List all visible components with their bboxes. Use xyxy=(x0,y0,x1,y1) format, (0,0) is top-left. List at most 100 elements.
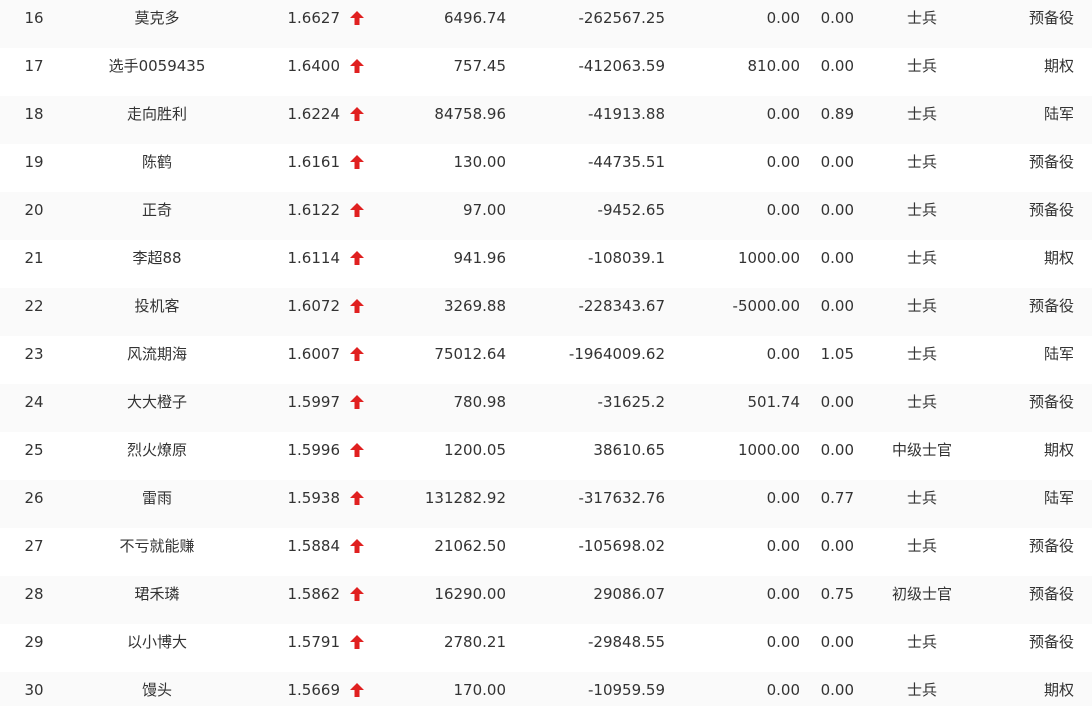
group-cell: 陆军 xyxy=(1043,489,1074,507)
level-cell: 士兵 xyxy=(906,537,937,555)
up-arrow-shape xyxy=(350,251,364,265)
rank-cell: 22 xyxy=(24,297,44,315)
level-cell: 士兵 xyxy=(906,489,937,507)
up-arrow-icon xyxy=(350,11,364,25)
value-cell-d: 0.75 xyxy=(820,585,854,603)
table-row[interactable]: 25 烈火燎原 1.5996 1200.05 38610.65 1000.00 0.00 中级… xyxy=(0,432,1092,480)
ratio-cell: 1.6072 xyxy=(287,297,341,315)
table-row[interactable]: 22 投机客 1.6072 3269.88 -228343.67 -5000.00 0.00… xyxy=(0,288,1092,336)
up-arrow-shape xyxy=(350,347,364,361)
rank-cell: 24 xyxy=(24,393,44,411)
up-arrow-shape xyxy=(350,107,364,121)
up-arrow-icon xyxy=(349,336,365,384)
up-arrow-icon xyxy=(350,683,364,697)
value-cell-b: -262567.25 xyxy=(578,9,665,27)
value-cell-c: 0.00 xyxy=(766,537,800,555)
value-cell-b: 38610.65 xyxy=(593,441,665,459)
group-cell: 预备役 xyxy=(1028,585,1074,603)
value-cell-b: -412063.59 xyxy=(578,57,665,75)
value-cell-c: -5000.00 xyxy=(732,297,800,315)
up-arrow-icon xyxy=(350,587,364,601)
level-cell: 士兵 xyxy=(906,9,937,27)
value-cell-d: 0.00 xyxy=(820,57,854,75)
value-cell-d: 0.00 xyxy=(820,297,854,315)
up-arrow-icon xyxy=(350,347,364,361)
ratio-cell: 1.6627 xyxy=(287,9,341,27)
ratio-cell: 1.6114 xyxy=(287,249,341,267)
value-cell-c: 0.00 xyxy=(766,9,800,27)
up-arrow-icon xyxy=(350,251,364,265)
value-cell-b: -105698.02 xyxy=(578,537,665,555)
value-cell-a: 2780.21 xyxy=(443,633,506,651)
level-cell: 士兵 xyxy=(906,105,937,123)
table-row[interactable]: 20 正奇 1.6122 97.00 -9452.65 0.00 0.00 士兵 预备役 xyxy=(0,192,1092,240)
rank-cell: 27 xyxy=(24,537,44,555)
value-cell-b: -31625.2 xyxy=(597,393,665,411)
table-row[interactable]: 21 李超88 1.6114 941.96 -108039.1 1000.00 0.00 士兵… xyxy=(0,240,1092,288)
value-cell-b: -44735.51 xyxy=(588,153,665,171)
up-arrow-icon xyxy=(350,299,364,313)
table-row[interactable]: 18 走向胜利 1.6224 84758.96 -41913.88 0.00 0.89 士兵 陆… xyxy=(0,96,1092,144)
table-row[interactable]: 24 大大橙子 1.5997 780.98 -31625.2 501.74 0.00 士兵 预备… xyxy=(0,384,1092,432)
up-arrow-icon xyxy=(349,240,365,288)
name-cell: 风流期海 xyxy=(126,345,187,363)
up-arrow-shape xyxy=(350,539,364,553)
up-arrow-icon xyxy=(349,480,365,528)
rank-cell: 25 xyxy=(24,441,44,459)
value-cell-d: 0.00 xyxy=(820,681,854,699)
group-cell: 预备役 xyxy=(1028,393,1074,411)
rank-cell: 17 xyxy=(24,57,44,75)
up-arrow-shape xyxy=(350,299,364,313)
table-row[interactable]: 23 风流期海 1.6007 75012.64 -1964009.62 0.00 1.05 士… xyxy=(0,336,1092,384)
value-cell-b: -1964009.62 xyxy=(568,345,665,363)
table-row[interactable]: 26 雷雨 1.5938 131282.92 -317632.76 0.00 0.77 士兵 陆… xyxy=(0,480,1092,528)
group-cell: 期权 xyxy=(1043,249,1074,267)
up-arrow-icon xyxy=(349,432,365,480)
up-arrow-icon xyxy=(350,203,364,217)
up-arrow-icon xyxy=(349,288,365,336)
value-cell-c: 0.00 xyxy=(766,489,800,507)
group-cell: 期权 xyxy=(1043,57,1074,75)
table-row[interactable]: 17 选手0059435 1.6400 757.45 -412063.59 810.00 0… xyxy=(0,48,1092,96)
rank-cell: 21 xyxy=(24,249,44,267)
name-cell: 莫克多 xyxy=(134,9,180,27)
ratio-cell: 1.6161 xyxy=(287,153,341,171)
level-cell: 士兵 xyxy=(906,153,937,171)
table-row[interactable]: 16 莫克多 1.6627 6496.74 -262567.25 0.00 0.00 士兵 预备… xyxy=(0,0,1092,48)
group-cell: 期权 xyxy=(1043,441,1074,459)
up-arrow-icon xyxy=(350,539,364,553)
up-arrow-icon xyxy=(350,155,364,169)
name-cell: 不亏就能赚 xyxy=(119,537,195,555)
value-cell-d: 0.89 xyxy=(820,105,854,123)
rank-cell: 23 xyxy=(24,345,44,363)
up-arrow-icon xyxy=(349,624,365,672)
table-row[interactable]: 29 以小博大 1.5791 2780.21 -29848.55 0.00 0.00 士兵 预备… xyxy=(0,624,1092,672)
value-cell-a: 1200.05 xyxy=(443,441,506,459)
level-cell: 士兵 xyxy=(906,57,937,75)
value-cell-b: -228343.67 xyxy=(578,297,665,315)
name-cell: 选手0059435 xyxy=(108,57,206,75)
name-cell: 走向胜利 xyxy=(126,105,187,123)
table-row[interactable]: 19 陈鹤 1.6161 130.00 -44735.51 0.00 0.00 士兵 预备役 xyxy=(0,144,1092,192)
up-arrow-icon xyxy=(350,443,364,457)
up-arrow-shape xyxy=(350,11,364,25)
value-cell-b: -29848.55 xyxy=(588,633,665,651)
ratio-cell: 1.5997 xyxy=(287,393,341,411)
group-cell: 预备役 xyxy=(1028,9,1074,27)
up-arrow-shape xyxy=(350,59,364,73)
name-cell: 珺禾璘 xyxy=(134,585,180,603)
name-cell: 大大橙子 xyxy=(126,393,187,411)
value-cell-d: 0.00 xyxy=(820,249,854,267)
up-arrow-icon xyxy=(349,528,365,576)
value-cell-d: 0.00 xyxy=(820,153,854,171)
up-arrow-icon xyxy=(349,48,365,96)
up-arrow-icon xyxy=(349,672,365,706)
table-row[interactable]: 28 珺禾璘 1.5862 16290.00 29086.07 0.00 0.75 初级士官 预… xyxy=(0,576,1092,624)
table-row[interactable]: 27 不亏就能赚 1.5884 21062.50 -105698.02 0.00 0.00 士… xyxy=(0,528,1092,576)
level-cell: 士兵 xyxy=(906,633,937,651)
level-cell: 初级士官 xyxy=(891,585,952,603)
value-cell-a: 3269.88 xyxy=(443,297,506,315)
table-row[interactable]: 30 馒头 1.5669 170.00 -10959.59 0.00 0.00 士兵 期权 xyxy=(0,672,1092,706)
up-arrow-icon xyxy=(350,491,364,505)
ratio-cell: 1.5791 xyxy=(287,633,341,651)
